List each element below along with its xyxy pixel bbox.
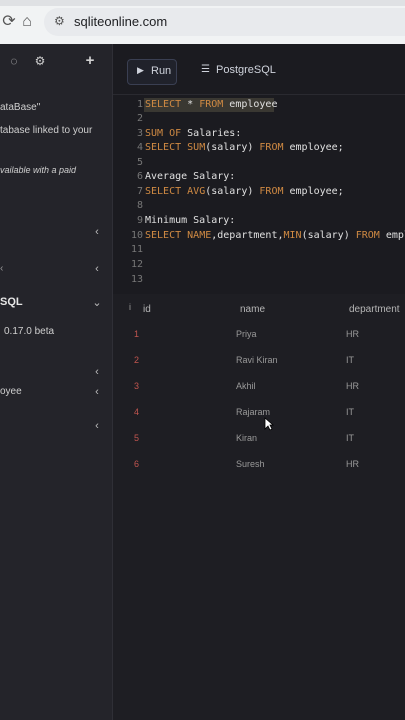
chat-icon[interactable]: ◌: [6, 53, 22, 69]
postgresql-button-label: PostgreSQL: [216, 64, 276, 76]
gear-icon[interactable]: ⚙: [32, 53, 48, 69]
column-header-id[interactable]: id: [143, 304, 151, 315]
cell-department: IT: [346, 407, 354, 417]
chevron-left-icon[interactable]: ‹: [92, 421, 102, 432]
chevron-left-icon[interactable]: ‹: [92, 264, 102, 275]
browser-toolbar: ⟳ ⌂ ⚙ sqliteonline.com: [0, 0, 405, 45]
line-number: 10: [131, 230, 144, 241]
run-button[interactable]: ▶ Run: [127, 59, 177, 85]
code-line[interactable]: SELECT * FROM employee: [145, 99, 277, 110]
cell-department: HR: [346, 381, 359, 391]
chevron-down-icon[interactable]: ⌄: [92, 298, 102, 309]
cell-name: Suresh: [236, 459, 265, 469]
line-number: 1: [136, 99, 143, 110]
row-id: 5: [134, 433, 140, 443]
cell-department: HR: [346, 459, 359, 469]
postgresql-button[interactable]: ☰ PostgreSQL: [199, 59, 279, 83]
chevron-left-icon[interactable]: ‹: [92, 387, 102, 398]
sidebar-item-linked: tabase linked to your: [0, 125, 93, 136]
code-line[interactable]: SELECT NAME,department,MIN(salary) FROM …: [145, 230, 405, 241]
cell-name: Ravi Kiran: [236, 355, 278, 365]
line-number: 9: [136, 215, 143, 226]
cell-department: IT: [346, 355, 354, 365]
row-id: 6: [134, 459, 140, 469]
home-icon[interactable]: ⌂: [18, 13, 36, 31]
cell-name: Rajaram: [236, 407, 271, 417]
line-number: 11: [131, 244, 144, 255]
refresh-icon[interactable]: ⟳: [0, 13, 18, 31]
site-tune-icon[interactable]: ⚙: [54, 14, 68, 28]
address-bar[interactable]: ⚙ sqliteonline.com: [44, 8, 405, 36]
sidebar-item-paid: vailable with a paid: [0, 165, 77, 175]
sidebar-section-sql[interactable]: SQL: [0, 296, 23, 308]
column-header-name[interactable]: name: [240, 304, 265, 315]
code-line[interactable]: SELECT AVG(salary) FROM employee;: [145, 186, 344, 197]
row-id: 4: [134, 407, 140, 417]
sidebar: ◌ ⚙ + ataBase" tabase linked to your vai…: [0, 44, 113, 720]
code-line[interactable]: Minimum Salary:: [145, 215, 235, 226]
code-line[interactable]: Average Salary:: [145, 171, 235, 182]
code-line[interactable]: SUM OF Salaries:: [145, 128, 241, 139]
line-number: 12: [131, 259, 144, 270]
row-id: 3: [134, 381, 140, 391]
code-line[interactable]: SELECT SUM(salary) FROM employee;: [145, 142, 344, 153]
sidebar-top-bar: ◌ ⚙ +: [0, 44, 112, 78]
chevron-left-icon[interactable]: ‹: [92, 367, 102, 378]
row-id: 1: [134, 329, 140, 339]
url-text[interactable]: sqliteonline.com: [74, 14, 167, 29]
tab-strip: [0, 0, 405, 6]
line-number: 8: [136, 200, 143, 211]
database-icon: ☰: [201, 64, 210, 75]
cell-department: HR: [346, 329, 359, 339]
mouse-cursor-icon: [264, 417, 274, 431]
sidebar-item-employee[interactable]: oyee: [0, 386, 22, 397]
chevron-left-icon[interactable]: ‹: [92, 227, 102, 238]
main-panel: ▶ Run ☰ PostgreSQL 1 SELECT * FROM emplo…: [113, 44, 405, 720]
column-header-department[interactable]: department: [349, 304, 400, 315]
line-number: 5: [136, 157, 143, 168]
line-number: 7: [136, 186, 143, 197]
sidebar-item-database: ataBase": [0, 102, 41, 113]
row-id: 2: [134, 355, 140, 365]
cell-name: Priya: [236, 329, 257, 339]
line-number: 6: [136, 171, 143, 182]
sidebar-item-mark: ‹: [0, 263, 4, 274]
sidebar-item-version: 0.17.0 beta: [4, 326, 55, 337]
line-number: 3: [136, 128, 143, 139]
plus-icon[interactable]: +: [82, 53, 98, 69]
row-info-icon[interactable]: i: [129, 302, 131, 312]
line-number: 13: [131, 274, 144, 285]
play-icon: ▶: [137, 65, 144, 75]
editor-toolbar: ▶ Run ☰ PostgreSQL: [113, 44, 405, 95]
line-number: 2: [136, 113, 143, 124]
cell-department: IT: [346, 433, 354, 443]
results-table: i id name department 1 Priya HR 2 Ravi K…: [113, 294, 405, 720]
cell-name: Kiran: [236, 433, 258, 443]
line-number: 4: [136, 142, 143, 153]
cell-name: Akhil: [236, 381, 256, 391]
run-button-label: Run: [151, 65, 172, 77]
